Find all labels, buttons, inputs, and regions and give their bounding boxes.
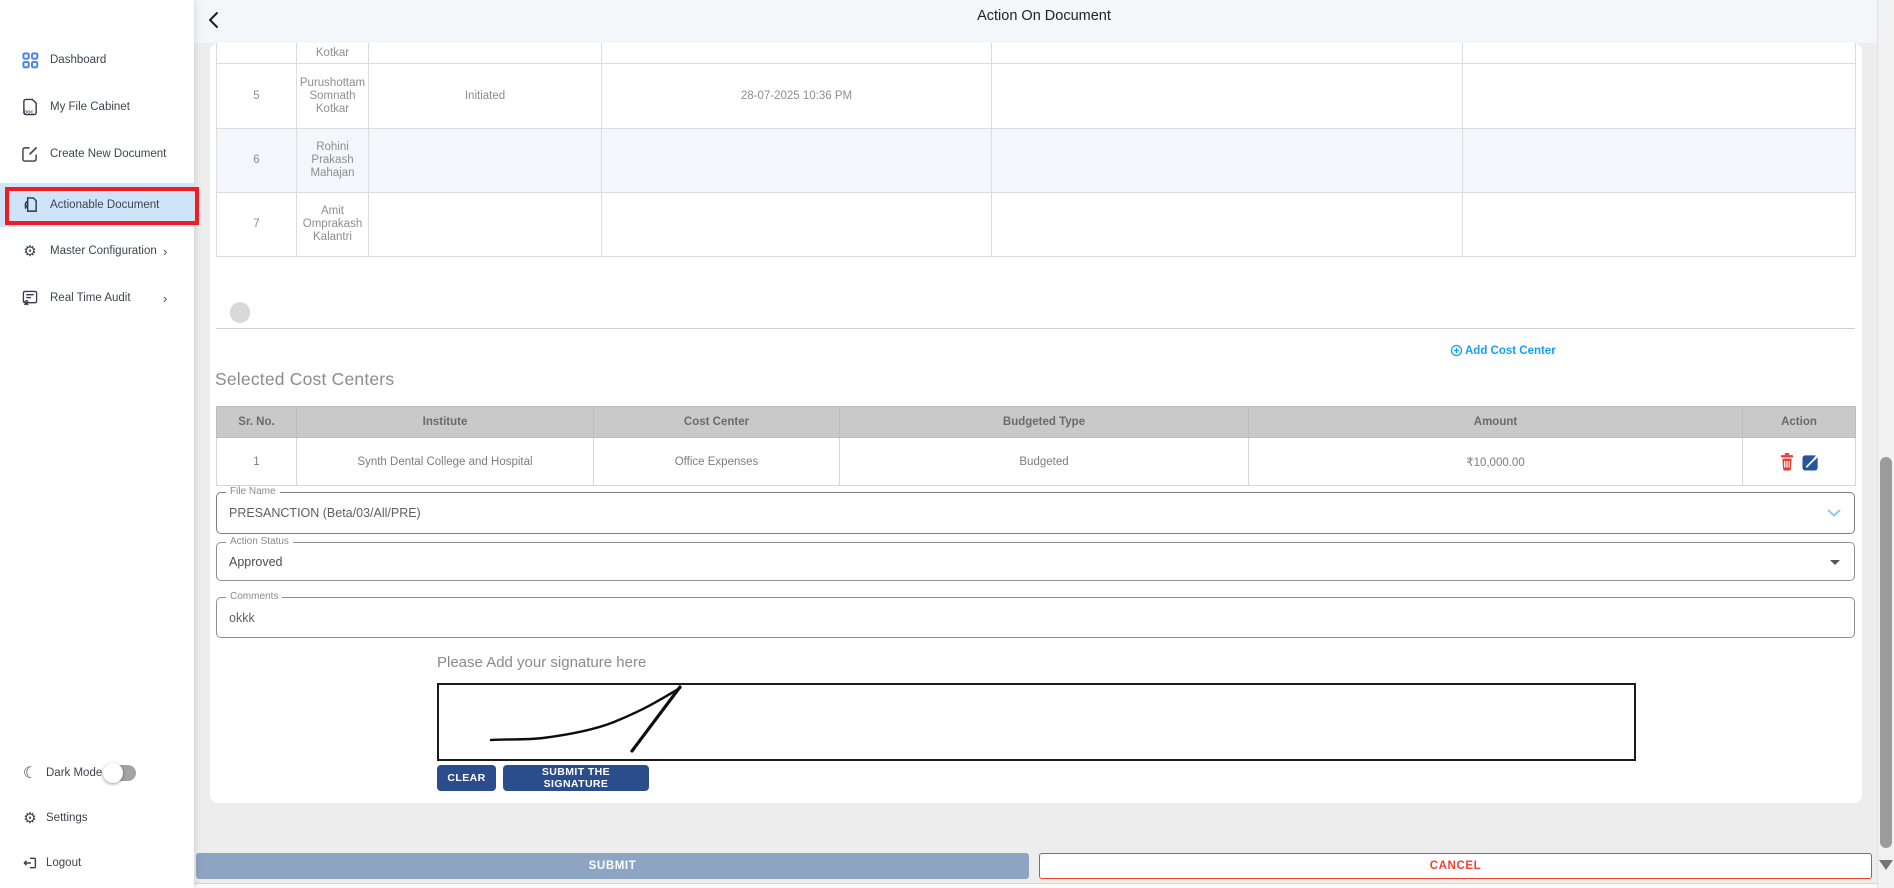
logout-label: Logout [46, 857, 81, 869]
delete-trash-icon[interactable] [1779, 452, 1795, 471]
table-row: 6 Rohini Prakash Mahajan [217, 129, 1856, 193]
edit-square-icon [21, 145, 39, 163]
toggle-knob [103, 763, 123, 783]
dashboard-grid-icon [21, 51, 39, 69]
logout-icon [21, 854, 39, 872]
edit-pencil-icon[interactable] [1802, 453, 1820, 471]
submit-signature-button[interactable]: SUBMIT THE SIGNATURE [503, 765, 649, 791]
page-title: Action On Document [194, 8, 1894, 24]
sidebar-item-label: Real Time Audit [50, 292, 131, 304]
sidebar-item-dashboard[interactable]: Dashboard [0, 38, 194, 82]
app-screen: Dashboard DOC My File Cabinet Create New… [0, 0, 1894, 888]
sidebar-item-label: Create New Document [50, 148, 166, 160]
chevron-right-icon: › [163, 244, 167, 259]
action-status-value: Approved [229, 555, 283, 569]
sidebar-item-real-time-audit[interactable]: Real Time Audit › [0, 276, 194, 320]
sidebar-item-label: My File Cabinet [50, 101, 130, 113]
gear-icon: ⚙ [21, 242, 39, 260]
vertical-scrollbar[interactable] [1877, 0, 1894, 888]
scroll-down-arrow-icon[interactable] [1879, 860, 1893, 870]
settings-label: Settings [46, 812, 88, 824]
file-name-value: PRESANCTION (Beta/03/All/PRE) [229, 506, 421, 520]
audit-clipboard-icon [21, 289, 39, 307]
bottom-edge-strip [194, 883, 1877, 888]
divider [216, 328, 1855, 329]
dropdown-arrow-icon[interactable] [1830, 560, 1840, 565]
workflow-table: Kotkar 5 Purushottam Somnath Kotkar Init… [216, 42, 1856, 257]
dark-mode-row: ☾ Dark Mode [0, 757, 194, 789]
comments-label: Comments [226, 591, 282, 602]
horizontal-scrollbar-thumb[interactable] [230, 302, 250, 323]
submit-button[interactable]: SUBMIT [196, 853, 1029, 879]
content-card: Kotkar 5 Purushottam Somnath Kotkar Init… [210, 43, 1862, 803]
signature-stroke [439, 685, 1634, 759]
sidebar: Dashboard DOC My File Cabinet Create New… [0, 0, 194, 888]
moon-icon: ☾ [21, 764, 39, 782]
add-cost-center-link[interactable]: Add Cost Center [1450, 344, 1556, 357]
svg-text:DOC: DOC [23, 110, 33, 115]
table-row: 5 Purushottam Somnath Kotkar Initiated 2… [217, 64, 1856, 129]
sidebar-item-my-file-cabinet[interactable]: DOC My File Cabinet [0, 85, 194, 129]
clear-signature-button[interactable]: CLEAR [437, 765, 496, 791]
comments-input[interactable]: Comments okkk [216, 597, 1855, 638]
signature-instruction: Please Add your signature here [437, 654, 646, 671]
comments-value: okkk [229, 611, 255, 625]
chevron-down-icon[interactable] [1827, 504, 1841, 522]
sidebar-item-master-configuration[interactable]: ⚙ Master Configuration › [0, 229, 194, 273]
dark-mode-label: Dark Mode [46, 767, 102, 779]
add-cost-center-label: Add Cost Center [1465, 345, 1556, 357]
table-row: Kotkar [217, 43, 1856, 64]
file-name-select[interactable]: File Name PRESANCTION (Beta/03/All/PRE) [216, 492, 1855, 534]
selected-cost-centers-table: Sr. No. Institute Cost Center Budgeted T… [216, 406, 1856, 486]
circle-plus-icon [1450, 344, 1463, 357]
table-row: 1 Synth Dental College and Hospital Offi… [217, 438, 1856, 486]
selected-cost-centers-heading: Selected Cost Centers [215, 369, 394, 390]
action-status-label: Action Status [226, 536, 293, 547]
sidebar-item-label: Master Configuration [50, 245, 157, 257]
table-row: 7 Amit Omprakash Kalantri [217, 193, 1856, 257]
scrollbar-thumb[interactable] [1880, 457, 1892, 848]
cancel-button[interactable]: CANCEL [1039, 853, 1872, 879]
sidebar-item-settings[interactable]: ⚙ Settings [0, 802, 194, 834]
sidebar-item-label: Dashboard [50, 54, 106, 66]
table-header-row: Sr. No. Institute Cost Center Budgeted T… [217, 407, 1856, 438]
chevron-right-icon: › [163, 291, 167, 306]
dark-mode-toggle[interactable] [106, 765, 136, 781]
active-item-red-outline [5, 187, 199, 225]
document-doc-icon: DOC [21, 98, 39, 116]
signature-pad[interactable] [437, 683, 1636, 761]
action-status-select[interactable]: Action Status Approved [216, 542, 1855, 581]
sidebar-item-create-new-document[interactable]: Create New Document [0, 132, 194, 176]
sidebar-item-logout[interactable]: Logout [0, 847, 194, 879]
file-name-label: File Name [226, 486, 280, 497]
top-header-bar: Action On Document [194, 0, 1894, 43]
gear-icon: ⚙ [21, 809, 39, 827]
